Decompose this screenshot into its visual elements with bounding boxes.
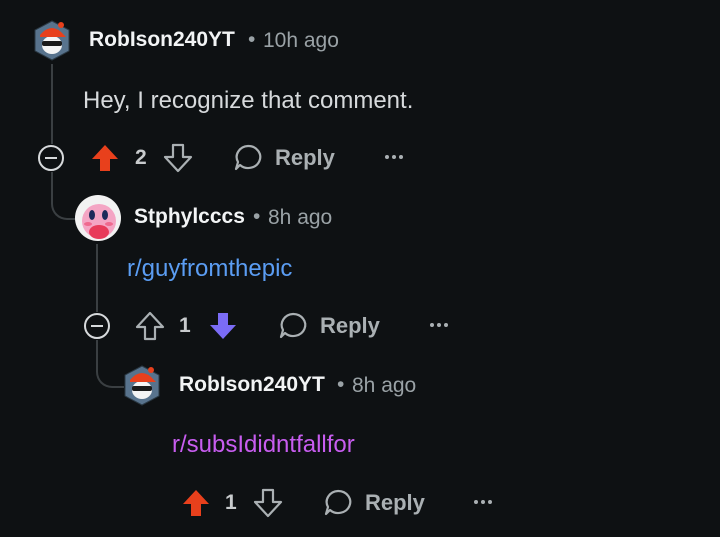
downvote-icon[interactable] xyxy=(208,311,238,341)
thread-line-2 xyxy=(96,244,98,312)
comment-author[interactable]: RobIson240YT xyxy=(89,28,235,52)
meta-separator: • xyxy=(248,28,256,51)
vote-count: 1 xyxy=(179,314,191,337)
more-options-icon[interactable] xyxy=(474,500,492,504)
upvote-icon[interactable] xyxy=(181,488,211,518)
upvote-icon[interactable] xyxy=(90,143,120,173)
snoo-cap-avatar-icon[interactable] xyxy=(31,17,73,63)
reply-button[interactable]: Reply xyxy=(365,490,425,516)
reply-icon[interactable] xyxy=(233,143,263,173)
more-options-icon[interactable] xyxy=(385,155,403,159)
subreddit-link[interactable]: r/guyfromthepic xyxy=(127,255,292,283)
comment-timestamp: 8h ago xyxy=(268,206,333,229)
downvote-icon[interactable] xyxy=(253,488,283,518)
more-options-icon[interactable] xyxy=(430,323,448,327)
thread-line-1 xyxy=(51,64,53,144)
comment-author[interactable]: Stphylcccs xyxy=(134,205,245,229)
comment-timestamp: 8h ago xyxy=(352,374,417,397)
downvote-icon[interactable] xyxy=(163,143,193,173)
thread-connector-2 xyxy=(96,340,124,388)
reply-icon[interactable] xyxy=(323,488,353,518)
collapse-button[interactable] xyxy=(84,313,110,339)
meta-separator: • xyxy=(337,373,345,396)
snoo-cap-avatar-icon[interactable] xyxy=(121,362,163,408)
meta-separator: • xyxy=(253,205,261,228)
subreddit-link[interactable]: r/subsIdidntfallfor xyxy=(172,431,355,459)
upvote-icon[interactable] xyxy=(135,311,165,341)
vote-count: 1 xyxy=(225,491,237,514)
comment-author[interactable]: RobIson240YT xyxy=(179,373,325,397)
comment-timestamp: 10h ago xyxy=(263,29,339,52)
reply-icon[interactable] xyxy=(278,311,308,341)
collapse-button[interactable] xyxy=(38,145,64,171)
reply-button[interactable]: Reply xyxy=(275,145,335,171)
comment-body: Hey, I recognize that comment. xyxy=(83,87,414,114)
vote-count: 2 xyxy=(135,146,147,169)
reply-button[interactable]: Reply xyxy=(320,313,380,339)
pink-character-avatar-icon[interactable] xyxy=(75,195,121,241)
